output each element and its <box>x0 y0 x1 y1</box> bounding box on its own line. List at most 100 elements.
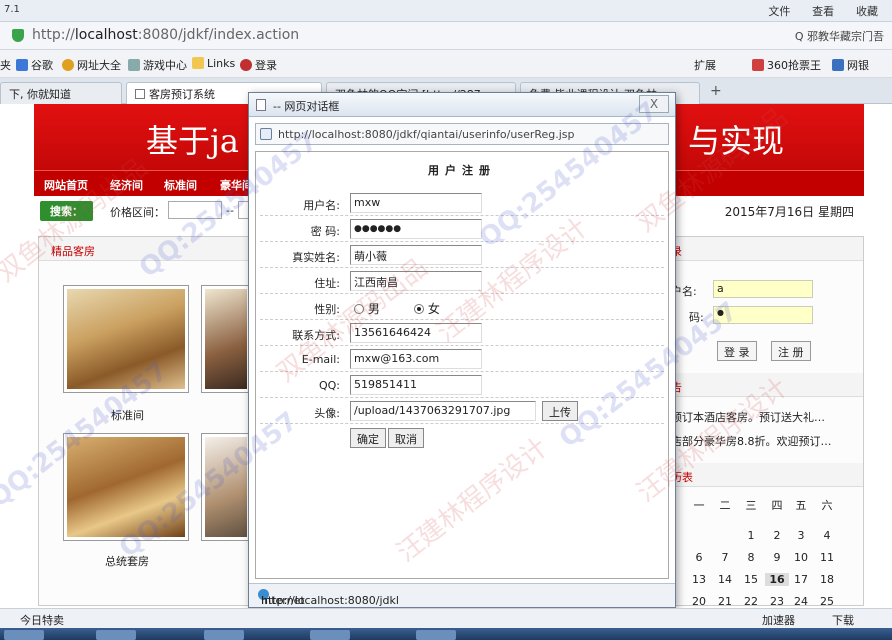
dialog-status-text: http://localhost:8080/jdklInternet | 保护模… <box>255 589 399 638</box>
password-input[interactable]: ●●●●●● <box>350 219 482 239</box>
daily-deals[interactable]: 今日特卖 <box>20 612 64 628</box>
room-photo-2[interactable] <box>201 285 251 393</box>
login-header: 录 <box>667 237 863 261</box>
address-url[interactable]: http://localhost:8080/jdkf/index.action <box>32 27 299 43</box>
new-tab-button[interactable]: + <box>710 83 722 99</box>
calendar-header: 历表 <box>667 463 863 487</box>
tab-search[interactable]: 下, 你就知道 <box>0 82 122 104</box>
menu-file[interactable]: 文件 <box>768 5 790 18</box>
register-button[interactable]: 注 册 <box>771 341 811 361</box>
favorites-prefix: 夹 <box>0 59 11 72</box>
email-input[interactable]: mxw@163.com <box>350 349 482 369</box>
address-bar: http://localhost:8080/jdkf/index.action … <box>0 22 892 50</box>
game-icon <box>128 59 140 71</box>
calendar-weekday: 六 <box>821 499 833 512</box>
fav-extensions[interactable]: 扩展 <box>694 57 716 73</box>
dialog-title-bar: -- 网页对话框 X <box>249 93 675 117</box>
calendar-day: 21 <box>718 595 732 608</box>
login-username-input[interactable]: a <box>713 280 813 298</box>
qq-row: QQ: 519851411 <box>260 372 664 398</box>
downloads[interactable]: 下载 <box>832 612 854 628</box>
address-row: 住址: 江西南昌 <box>260 268 664 294</box>
calendar-day: 24 <box>794 595 808 608</box>
login-password-input[interactable]: ● <box>713 306 813 324</box>
featured-rooms-panel: 精品客房 标准间 总统套房 <box>38 236 252 606</box>
calendar-day: 15 <box>744 573 758 586</box>
search-box[interactable]: Q 邪教华藏宗门吾 <box>795 28 884 44</box>
room-photo-4[interactable] <box>201 433 251 541</box>
fav-login[interactable]: 登录 <box>240 57 277 73</box>
calendar-day: 6 <box>695 551 703 564</box>
gender-label: 性别: <box>314 303 340 316</box>
fav-site-directory[interactable]: 网址大全 <box>62 57 121 73</box>
qq-label: QQ: <box>318 379 340 392</box>
fav-google[interactable]: 谷歌 <box>16 57 53 73</box>
calendar-grid: 一二三四五六 1 2 3 4 6 7 8 9 10 11 13 14 15 16 17 18 20 21 22 23 24… <box>667 497 863 608</box>
upload-button[interactable]: 上传 <box>542 401 578 421</box>
avatar-path-input[interactable]: /upload/1437063291707.jpg <box>350 401 536 421</box>
taskbar <box>0 628 892 640</box>
qq-input[interactable]: 519851411 <box>350 375 482 395</box>
phone-label: 联系方式: <box>292 329 340 342</box>
price-min-input[interactable] <box>168 201 222 219</box>
room-image <box>67 437 185 537</box>
login-pwd-label: 码: <box>689 311 704 324</box>
dialog-url: http://localhost:8080/jdkf/qiantai/useri… <box>278 128 575 141</box>
address-label: 住址: <box>314 277 340 290</box>
phone-row: 联系方式: 13561646424 <box>260 320 664 346</box>
notice-item[interactable]: 预订本酒店客房。预订送大礼… <box>671 409 825 425</box>
calendar-weekday: 一 <box>693 499 705 512</box>
room-label-presidential[interactable]: 总统套房 <box>105 553 149 569</box>
notice-header: 告 <box>667 373 863 397</box>
ticket-icon <box>752 59 764 71</box>
login-icon <box>240 59 252 71</box>
avatar-label: 头像: <box>314 407 340 420</box>
taskbar-item[interactable] <box>416 630 456 640</box>
dialog-url-bar: http://localhost:8080/jdkf/qiantai/useri… <box>255 123 669 145</box>
room-label-standard[interactable]: 标准间 <box>111 407 144 423</box>
fav-bank[interactable]: 网银 <box>832 57 869 73</box>
menu-favorites[interactable]: 收藏 <box>856 5 878 18</box>
featured-title: 精品客房 <box>51 245 95 258</box>
login-button[interactable]: 登 录 <box>717 341 757 361</box>
taskbar-item[interactable] <box>96 630 136 640</box>
username-input[interactable]: mxw <box>350 193 482 213</box>
address-input[interactable]: 江西南昌 <box>350 271 482 291</box>
calendar-day: 20 <box>692 595 706 608</box>
window-menu: 文件 查看 收藏 <box>750 3 878 19</box>
calendar-day: 17 <box>794 573 808 586</box>
fav-game-center[interactable]: 游戏中心 <box>128 57 187 73</box>
calendar-day: 13 <box>692 573 706 586</box>
accelerator[interactable]: 加速器 <box>762 612 795 628</box>
cancel-button[interactable]: 取消 <box>388 428 424 448</box>
email-label: E-mail: <box>301 353 340 366</box>
room-photo-presidential[interactable] <box>63 433 189 541</box>
taskbar-item[interactable] <box>4 630 44 640</box>
phone-input[interactable]: 13561646424 <box>350 323 482 343</box>
menu-view[interactable]: 查看 <box>812 5 834 18</box>
nav-economy[interactable]: 经济间 <box>110 177 143 193</box>
calendar-weekday: 三 <box>745 499 757 512</box>
calendar-weekday: 二 <box>719 499 731 512</box>
room-image <box>67 289 185 389</box>
close-button[interactable]: X <box>639 95 669 113</box>
radio-icon[interactable] <box>414 304 424 314</box>
room-photo-standard[interactable] <box>63 285 189 393</box>
dialog-status-bar: http://localhost:8080/jdklInternet | 保护模… <box>249 583 675 638</box>
nav-home[interactable]: 网站首页 <box>44 177 88 193</box>
radio-icon[interactable] <box>354 304 364 314</box>
taskbar-item[interactable] <box>204 630 244 640</box>
notice-item[interactable]: 店部分豪华房8.8折。欢迎预订… <box>671 433 832 449</box>
fav-ticket[interactable]: 360抢票王 <box>752 57 821 73</box>
realname-input[interactable]: 萌小薇 <box>350 245 482 265</box>
gender-female-option[interactable]: 女 <box>414 300 440 317</box>
calendar-day: 1 <box>747 529 755 542</box>
password-row: 密 码: ●●●●●● <box>260 216 664 242</box>
submit-button[interactable]: 确定 <box>350 428 386 448</box>
taskbar-item[interactable] <box>310 630 350 640</box>
nav-standard[interactable]: 标准间 <box>164 177 197 193</box>
window-title-bar: 7.1 文件 查看 收藏 <box>0 0 892 22</box>
google-icon <box>16 59 28 71</box>
gender-male-option[interactable]: 男 <box>354 300 380 317</box>
fav-links[interactable]: Links <box>192 57 235 70</box>
